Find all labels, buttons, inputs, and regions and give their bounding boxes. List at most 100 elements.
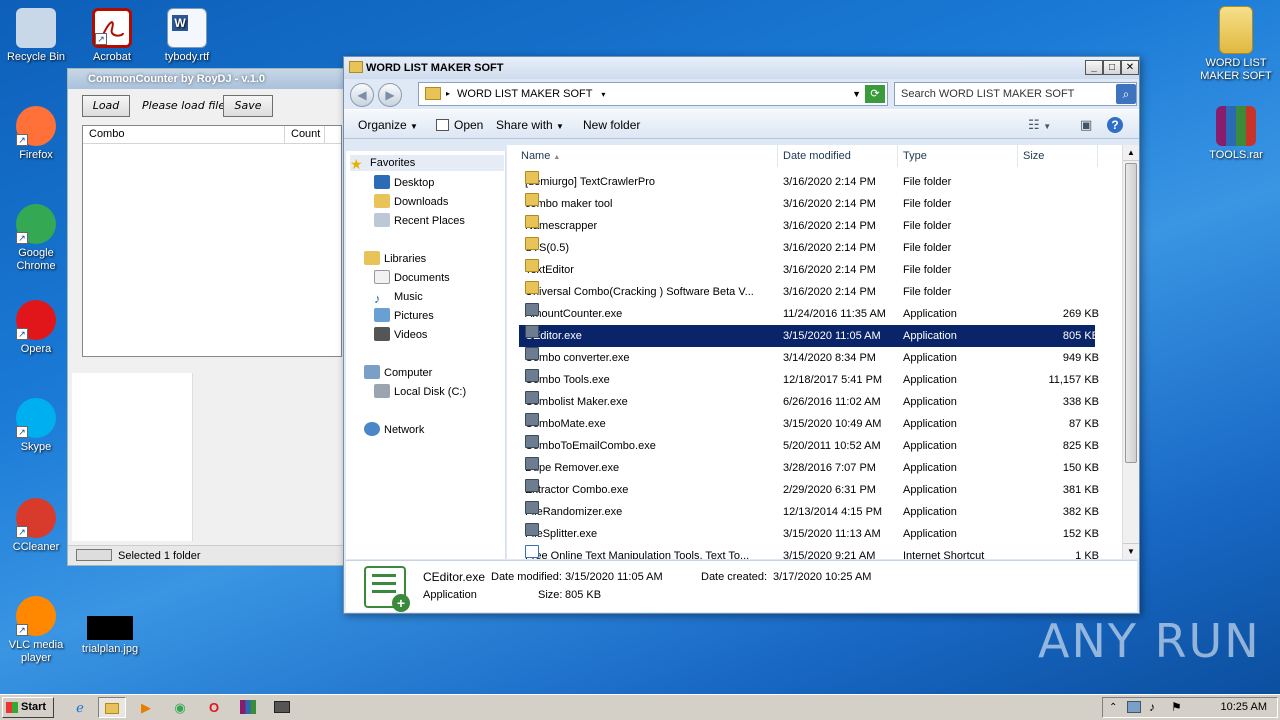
tybody-desktop-icon[interactable]: W tybody.rtf (151, 8, 223, 64)
volume-icon[interactable]: ♪ (1149, 698, 1155, 717)
opera-icon[interactable]: O (200, 697, 228, 718)
maximize-button[interactable]: □ (1103, 60, 1121, 75)
file-row[interactable]: Combo converter.exe 3/14/2020 8:34 PM Appl… (519, 347, 1099, 369)
nav-documents[interactable]: Documents (374, 270, 450, 286)
breadcrumb[interactable]: WORD LIST MAKER SOFT (457, 88, 592, 100)
address-bar[interactable]: ▸ WORD LIST MAKER SOFT ▾ ▼ ⟳ (418, 82, 888, 106)
preview-pane-icon[interactable]: ▣ (1080, 110, 1092, 140)
file-row[interactable]: FileRandomizer.exe 12/13/2014 4:15 PM Appl… (519, 501, 1099, 523)
file-date: 5/20/2011 10:52 AM (783, 440, 881, 452)
file-row[interactable]: combo maker tool 3/16/2020 2:14 PM File fo… (519, 193, 1095, 215)
search-icon[interactable]: ⌕ (1116, 84, 1136, 104)
file-row[interactable]: CEditor.exe 3/15/2020 11:05 AM Application… (519, 325, 1099, 347)
opera-desktop-icon[interactable]: ↗ Opera (0, 300, 72, 356)
acrobat-desktop-icon[interactable]: ↗ Acrobat (76, 8, 148, 64)
file-date: 6/26/2016 11:02 AM (783, 396, 881, 408)
column-count[interactable]: Count (285, 126, 325, 143)
close-button[interactable]: ✕ (1121, 60, 1139, 75)
view-options-icon[interactable]: ☷ ▼ (1028, 110, 1051, 142)
file-row[interactable]: [demiurgo] TextCrawlerPro 3/16/2020 2:14 … (519, 171, 1095, 193)
tools-rar-desktop-icon[interactable]: TOOLS.rar (1200, 106, 1272, 162)
details-date-modified-label: Date modified: (491, 571, 562, 583)
address-history-icon[interactable]: ▼ (852, 83, 861, 105)
breadcrumb-arrow-icon[interactable]: ▸ (446, 83, 450, 105)
icon-label: VLC media player (8, 639, 64, 664)
file-row[interactable]: AmountCounter.exe 11/24/2016 11:35 AM Appl… (519, 303, 1099, 325)
file-row[interactable]: FileSplitter.exe 3/15/2020 11:13 AM Applic… (519, 523, 1099, 545)
column-name[interactable]: Name ▲ (507, 145, 778, 167)
file-name-text: Extractor Combo.exe (525, 484, 629, 496)
column-combo[interactable]: Combo (83, 126, 285, 143)
action-center-flag-icon[interactable]: ⚑ (1171, 698, 1182, 717)
load-button[interactable]: Load (82, 95, 130, 117)
nav-favorites[interactable]: ★ Favorites (350, 155, 504, 171)
network-icon[interactable] (1127, 701, 1141, 713)
file-row[interactable]: Combo Tools.exe 12/18/2017 5:41 PM Applica… (519, 369, 1099, 391)
organize-button[interactable]: Organize ▼ (358, 110, 418, 142)
scroll-up-icon[interactable]: ▲ (1123, 145, 1139, 161)
winrar-icon[interactable] (234, 697, 262, 718)
save-button[interactable]: Save (223, 95, 273, 117)
new-folder-button[interactable]: New folder (583, 110, 640, 140)
file-row[interactable]: TextEditor 3/16/2020 2:14 PM File folder (519, 259, 1095, 281)
refresh-icon[interactable]: ⟳ (865, 85, 885, 103)
application-icon (525, 303, 539, 316)
minimize-button[interactable]: _ (1085, 60, 1103, 75)
file-row[interactable]: Namescrapper 3/16/2020 2:14 PM File folder (519, 215, 1095, 237)
file-row[interactable]: Universal Combo(Cracking ) Software Beta… (519, 281, 1095, 303)
scroll-down-icon[interactable]: ▼ (1123, 543, 1139, 559)
nav-local-disk[interactable]: Local Disk (C:) (374, 384, 466, 400)
word-list-folder-desktop-icon[interactable]: WORD LIST MAKER SOFT (1198, 6, 1274, 83)
combo-list[interactable]: Combo Count (82, 125, 342, 357)
scroll-thumb[interactable] (1125, 163, 1137, 463)
chrome-desktop-icon[interactable]: ↗ Google Chrome (0, 204, 72, 273)
app-taskbar-icon[interactable] (268, 697, 296, 718)
chrome-icon[interactable]: ◉ (166, 697, 194, 718)
firefox-desktop-icon[interactable]: ↗ Firefox (0, 106, 72, 162)
chevron-down-icon[interactable]: ▾ (601, 90, 605, 99)
nav-computer[interactable]: Computer (364, 365, 432, 381)
nav-recent-places[interactable]: Recent Places (374, 213, 465, 229)
column-size[interactable]: Size (1018, 145, 1098, 167)
media-player-icon[interactable]: ▶ (132, 697, 160, 718)
forward-button[interactable]: ▶ (378, 83, 402, 107)
file-row[interactable]: STS(0.5) 3/16/2020 2:14 PM File folder (519, 237, 1095, 259)
explorer-taskbar-icon[interactable] (98, 697, 126, 718)
nav-libraries[interactable]: Libraries (364, 251, 426, 267)
share-with-button[interactable]: Share with ▼ (496, 110, 564, 142)
file-date: 3/16/2020 2:14 PM (783, 176, 876, 188)
nav-network[interactable]: Network (364, 422, 424, 438)
nav-videos[interactable]: Videos (374, 327, 427, 343)
file-row[interactable]: Dupe Remover.exe 3/28/2016 7:07 PM Applica… (519, 457, 1099, 479)
open-button[interactable]: Open (436, 110, 483, 140)
column-type[interactable]: Type (898, 145, 1018, 167)
clock[interactable]: 10:25 AM (1221, 701, 1267, 713)
file-row[interactable]: Combolist Maker.exe 6/26/2016 11:02 AM App… (519, 391, 1099, 413)
skype-desktop-icon[interactable]: ↗ Skype (0, 398, 72, 454)
ccleaner-desktop-icon[interactable]: ↗ CCleaner (0, 498, 72, 554)
nav-music[interactable]: ♪ Music (374, 289, 423, 306)
file-row[interactable]: ComboToEmailCombo.exe 5/20/2011 10:52 AM A… (519, 435, 1099, 457)
vertical-scrollbar[interactable]: ▲ ▼ (1122, 145, 1139, 559)
trialplan-desktop-icon[interactable]: trialplan.jpg (74, 606, 146, 656)
nav-label: Downloads (394, 196, 449, 208)
file-row[interactable]: Free Online Text Manipulation Tools, Tex… (519, 545, 1099, 559)
start-button[interactable]: Start (2, 697, 54, 718)
ie-icon[interactable]: ℯ (66, 697, 94, 718)
acrobat-icon: ↗ (92, 8, 132, 48)
file-name: Free Online Text Manipulation Tools, Tex… (525, 545, 775, 559)
vlc-desktop-icon[interactable]: ↗ VLC media player (0, 596, 72, 665)
nav-desktop[interactable]: Desktop (374, 175, 434, 191)
file-row[interactable]: Extractor Combo.exe 2/29/2020 6:31 PM Appl… (519, 479, 1099, 501)
file-date: 2/29/2020 6:31 PM (783, 484, 876, 496)
nav-pictures[interactable]: Pictures (374, 308, 434, 324)
file-row[interactable]: ComboMate.exe 3/15/2020 10:49 AM Applicati… (519, 413, 1099, 435)
search-input[interactable]: Search WORD LIST MAKER SOFT (894, 82, 1137, 106)
recycle-bin-desktop-icon[interactable]: Recycle Bin (0, 8, 72, 64)
help-icon[interactable]: ? (1107, 117, 1123, 133)
file-name: CEditor.exe (525, 325, 775, 347)
show-hidden-icons-icon[interactable]: ⌃ (1109, 698, 1117, 717)
nav-downloads[interactable]: Downloads (374, 194, 448, 210)
back-button[interactable]: ◀ (350, 83, 374, 107)
column-date[interactable]: Date modified (778, 145, 898, 167)
